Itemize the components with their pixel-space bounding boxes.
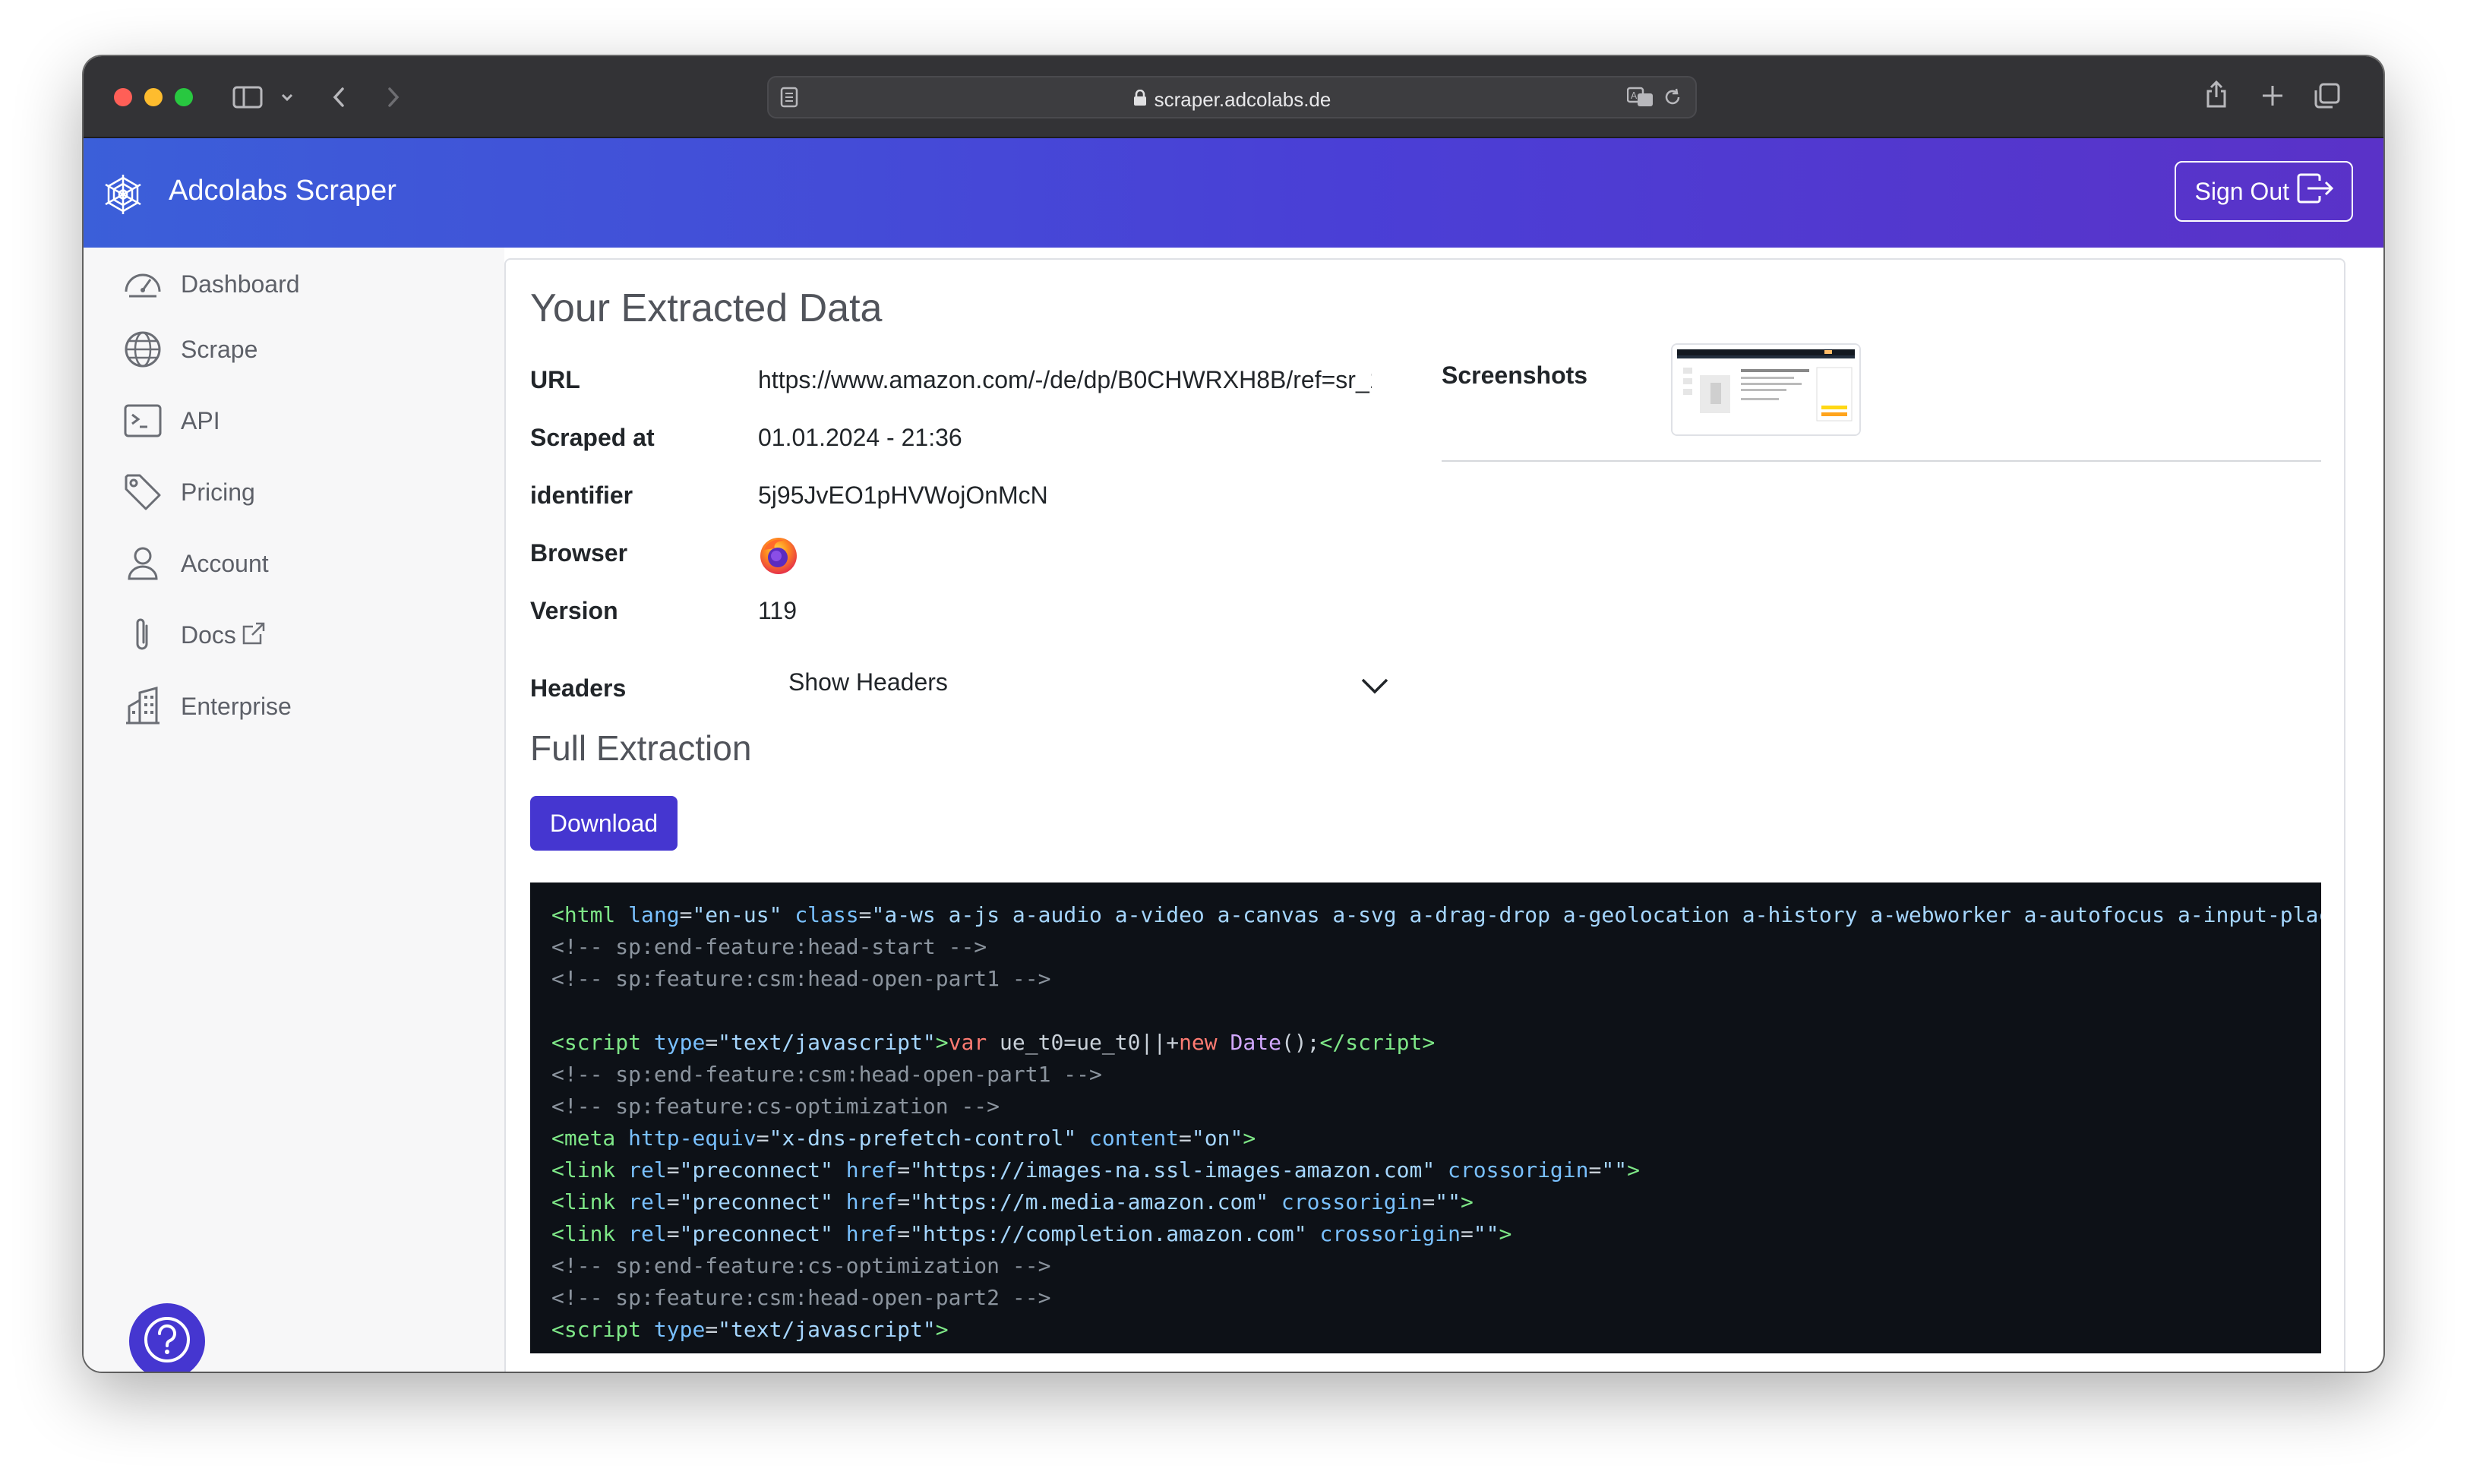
url-label: URL	[530, 366, 580, 393]
sidebar-toggle-icon[interactable]	[232, 85, 263, 109]
close-window-button[interactable]	[114, 88, 132, 106]
sidebar-item-label: Docs	[181, 620, 236, 649]
code-line: <script type="text/javascript">var ue_t0…	[551, 1030, 1436, 1055]
question-circle-icon	[143, 1315, 191, 1368]
scraped-at-label: Scraped at	[530, 424, 655, 451]
code-line: <script type="text/javascript">	[551, 1317, 949, 1342]
identifier-value: 5j95JvEO1pHVWojOnMcN	[758, 482, 1048, 509]
sidebar-item-pricing[interactable]: Pricing	[123, 471, 255, 513]
svg-text:A: A	[1631, 90, 1638, 101]
back-arrow-icon[interactable]	[330, 85, 348, 109]
terminal-icon	[123, 401, 163, 440]
speedometer-icon	[123, 264, 163, 304]
browser-toolbar: scraper.adcolabs.de A	[84, 56, 2383, 138]
tag-icon	[123, 472, 163, 512]
firefox-icon	[758, 535, 799, 582]
sidebar-item-enterprise[interactable]: Enterprise	[123, 685, 292, 728]
forward-arrow-icon[interactable]	[384, 85, 403, 109]
code-line: <!-- sp:end-feature:csm:head-open-part1 …	[551, 1062, 1102, 1087]
chevron-down-icon[interactable]	[280, 90, 295, 105]
identifier-label: identifier	[530, 482, 633, 509]
sidebar-item-scrape[interactable]: Scrape	[123, 328, 257, 371]
full-extraction-heading: Full Extraction	[530, 728, 752, 768]
sidebar-item-api[interactable]: API	[123, 399, 220, 442]
code-line: <link rel="preconnect" href="https://ima…	[551, 1157, 1640, 1182]
address-bar[interactable]: scraper.adcolabs.de A	[767, 76, 1697, 118]
paperclip-icon	[123, 615, 163, 655]
show-headers-toggle[interactable]: Show Headers	[788, 668, 1388, 706]
box-arrow-right-icon	[2297, 173, 2335, 210]
spider-web-logo-icon[interactable]	[102, 173, 144, 216]
zoom-window-button[interactable]	[175, 88, 193, 106]
version-label: Version	[530, 597, 618, 624]
app-header: Adcolabs Scraper Sign Out	[84, 138, 2383, 248]
code-viewer[interactable]: <html lang="en-us" class="a-ws a-js a-au…	[530, 883, 2321, 1353]
sidebar-item-account[interactable]: Account	[123, 542, 269, 585]
sidebar-item-label: Scrape	[181, 335, 258, 363]
share-icon[interactable]	[2204, 79, 2229, 109]
brand-name[interactable]: Adcolabs Scraper	[169, 175, 396, 207]
sidebar-item-label: Account	[181, 549, 269, 577]
sidebar-item-label: Dashboard	[181, 270, 300, 298]
sidebar-item-docs[interactable]: Docs	[123, 614, 267, 656]
download-button[interactable]: Download	[530, 796, 678, 851]
code-line: <!-- sp:feature:csm:head-open-part2 -->	[551, 1285, 1051, 1310]
code-line: <html lang="en-us" class="a-ws a-js a-au…	[551, 902, 2321, 927]
code-line: <meta http-equiv="x-dns-prefetch-control…	[551, 1126, 1256, 1151]
buildings-icon	[123, 687, 163, 726]
tab-overview-icon[interactable]	[2314, 82, 2341, 109]
sidebar-item-dashboard[interactable]: Dashboard	[123, 263, 300, 305]
new-tab-icon[interactable]	[2260, 84, 2285, 108]
sign-out-button[interactable]: Sign Out	[2175, 161, 2353, 222]
browser-label: Browser	[530, 539, 628, 567]
chevron-down-icon	[1361, 673, 1388, 701]
sidebar-item-label: API	[181, 406, 220, 434]
code-line: <!-- sp:feature:cs-optimization -->	[551, 1094, 1000, 1119]
show-headers-label: Show Headers	[788, 668, 948, 696]
sidebar: Dashboard Scrape API Pricing Account Doc…	[84, 248, 504, 1372]
globe-icon	[123, 330, 163, 369]
url-value[interactable]: https://www.amazon.com/-/de/dp/B0CHWRXH8…	[758, 366, 1372, 394]
person-icon	[123, 544, 163, 583]
code-line: <!-- sp:feature:csm:head-open-part1 -->	[551, 966, 1051, 991]
address-text: scraper.adcolabs.de	[1154, 88, 1331, 111]
code-line: <link rel="preconnect" href="https://com…	[551, 1221, 1512, 1246]
reload-icon[interactable]	[1662, 87, 1683, 108]
minimize-window-button[interactable]	[144, 88, 163, 106]
sidebar-item-label: Enterprise	[181, 692, 292, 720]
version-value: 119	[758, 597, 798, 624]
help-button[interactable]	[129, 1303, 205, 1372]
extracted-data-card: Your Extracted Data URL https://www.amaz…	[504, 258, 2345, 1372]
sidebar-item-label: Pricing	[181, 478, 255, 506]
sign-out-label: Sign Out	[2194, 177, 2289, 205]
headers-label: Headers	[530, 674, 627, 702]
lock-icon	[1133, 89, 1147, 111]
browser-window: scraper.adcolabs.de A Adcolabs Scraper S…	[84, 56, 2383, 1372]
code-line: <link rel="preconnect" href="https://m.m…	[551, 1189, 1474, 1214]
page-title: Your Extracted Data	[530, 286, 883, 330]
translate-icon[interactable]: A	[1627, 87, 1654, 108]
screenshot-thumbnail[interactable]	[1671, 343, 1861, 436]
screenshots-label: Screenshots	[1442, 362, 1588, 389]
code-line: <!-- sp:end-feature:cs-optimization -->	[551, 1253, 1051, 1278]
screenshots-divider	[1442, 460, 2321, 462]
code-line: <!-- sp:end-feature:head-start -->	[551, 934, 987, 959]
scraped-at-value: 01.01.2024 - 21:36	[758, 424, 962, 451]
external-link-icon	[241, 620, 267, 650]
